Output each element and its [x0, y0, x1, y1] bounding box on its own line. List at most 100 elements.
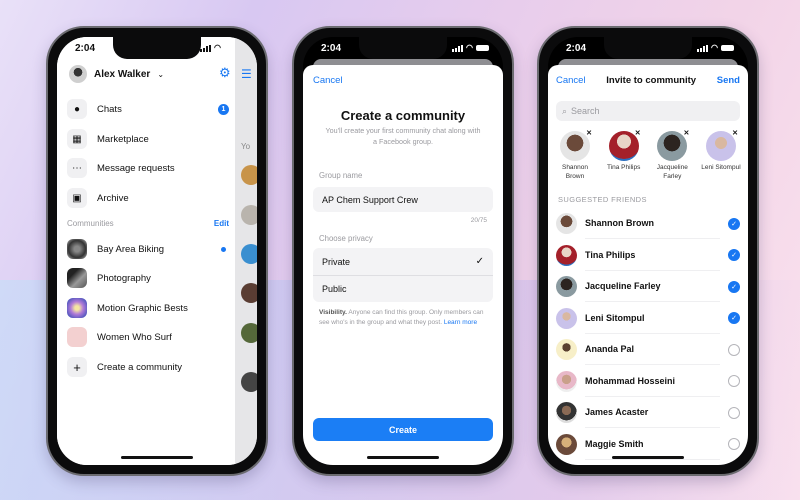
remove-icon[interactable]: ✕ [683, 129, 689, 137]
friend-row[interactable]: Leni Sitompul ✓ [556, 303, 740, 335]
nav-label: Message requests [97, 162, 175, 174]
avatar [556, 370, 577, 392]
cancel-button[interactable]: Cancel [556, 75, 586, 86]
phone-menu-screen: 2:04 ◠ Alex Walker ⌄ ⚙ ● Chats 1 ▦ Marke… [46, 26, 268, 476]
chat-avatar [241, 372, 257, 392]
signal-icon [697, 44, 709, 52]
chip-name: Tina Philips [606, 164, 641, 171]
signal-icon [452, 44, 464, 52]
sidebar-item-archive[interactable]: ▣ Archive [67, 186, 229, 210]
hamburger-menu-icon[interactable]: ☰ [241, 67, 252, 81]
create-community-sheet: Cancel Create a community You'll create … [303, 65, 503, 465]
friend-name: Leni Sitompul [585, 303, 720, 334]
chat-avatar [241, 244, 257, 264]
phone-invite-screen: 2:04 ◠ Cancel Invite to community Send ⌕… [537, 26, 759, 476]
selected-chip[interactable]: ✕ Tina Philips [603, 129, 645, 182]
privacy-option-private[interactable]: Private ✓ [313, 248, 493, 275]
chevron-down-icon: ⌄ [157, 69, 165, 79]
sidebar-item-marketplace[interactable]: ▦ Marketplace [67, 127, 229, 151]
character-counter: 20/75 [470, 217, 487, 224]
friend-name: Tina Philips [585, 240, 720, 271]
avatar [556, 433, 577, 455]
cancel-button[interactable]: Cancel [313, 75, 343, 86]
create-button[interactable]: Create [313, 418, 493, 441]
avatar [556, 402, 577, 424]
friend-row[interactable]: James Acaster [556, 397, 740, 429]
status-time: 2:04 [75, 42, 96, 54]
communities-header: Communities Edit [67, 219, 229, 228]
plus-icon: + [67, 357, 87, 377]
learn-more-link[interactable]: Learn more [444, 319, 477, 326]
friend-row[interactable]: Ananda Pal [556, 334, 740, 366]
checkmark-icon: ✓ [475, 256, 484, 267]
phone-notch [113, 37, 201, 59]
community-label: Women Who Surf [97, 331, 172, 343]
phone-create-community-screen: 2:04 ◠ Cancel Create a community You'll … [292, 26, 514, 476]
selected-checkbox[interactable]: ✓ [728, 249, 740, 262]
friend-name: James Acaster [585, 397, 720, 429]
chat-avatar [241, 323, 257, 343]
friend-row[interactable]: Shannon Brown ✓ [556, 208, 740, 240]
friend-name: Jacqueline Farley [585, 271, 720, 303]
create-community-button[interactable]: + Create a community [67, 355, 229, 379]
selected-friends: ✕ Shannon Brown ✕ Tina Philips ✕ Jacquel… [554, 129, 742, 182]
unselected-checkbox[interactable] [728, 375, 740, 388]
archive-box-icon: ▣ [67, 188, 87, 208]
nav-label: Create a community [97, 361, 183, 373]
friend-row[interactable]: Mohammad Hosseini [556, 366, 740, 398]
unread-badge: 1 [218, 103, 229, 115]
visibility-heading: Visibility. [319, 309, 347, 316]
selected-chip[interactable]: ✕ Leni Sitompul [700, 129, 742, 182]
search-input[interactable]: ⌕ Search [556, 101, 740, 121]
privacy-option-public[interactable]: Public [313, 275, 493, 302]
storefront-icon: ▦ [67, 129, 87, 149]
group-name-value: AP Chem Support Crew [322, 194, 418, 205]
page-subtitle: You'll create your first community chat … [325, 126, 481, 146]
avatar [556, 339, 577, 361]
phone-notch [359, 37, 447, 59]
friend-name: Shannon Brown [585, 208, 720, 240]
friend-row[interactable]: Tina Philips ✓ [556, 240, 740, 272]
gear-icon[interactable]: ⚙ [219, 65, 231, 81]
status-time: 2:04 [321, 42, 342, 54]
community-thumbnail [67, 239, 87, 259]
group-name-input[interactable]: AP Chem Support Crew [313, 187, 493, 212]
privacy-options: Private ✓ Public [313, 248, 493, 302]
wifi-icon: ◠ [711, 43, 718, 52]
unselected-checkbox[interactable] [728, 406, 740, 419]
unselected-checkbox[interactable] [728, 343, 740, 356]
avatar [556, 276, 577, 298]
nav-label: Archive [97, 192, 129, 204]
wifi-icon: ◠ [214, 43, 221, 52]
unselected-checkbox[interactable] [728, 438, 740, 451]
sidebar-item-message-requests[interactable]: ⋯ Message requests [67, 156, 229, 180]
status-time: 2:04 [566, 42, 587, 54]
community-item-motion-graphic-bests[interactable]: Motion Graphic Bests [67, 296, 229, 320]
selected-chip[interactable]: ✕ Jacqueline Farley [651, 129, 693, 182]
selected-checkbox[interactable]: ✓ [728, 312, 740, 325]
search-icon: ⌕ [562, 105, 568, 116]
community-item-bay-area-biking[interactable]: Bay Area Biking [67, 237, 229, 261]
selected-chip[interactable]: ✕ Shannon Brown [554, 129, 596, 182]
community-thumbnail [67, 268, 87, 288]
edit-button[interactable]: Edit [214, 219, 229, 228]
peek-text: Yo [241, 142, 251, 151]
remove-icon[interactable]: ✕ [635, 129, 641, 137]
community-item-women-who-surf[interactable]: Women Who Surf [67, 325, 229, 349]
friend-row[interactable]: Jacqueline Farley ✓ [556, 271, 740, 303]
section-title: SUGGESTED FRIENDS [558, 195, 647, 204]
remove-icon[interactable]: ✕ [732, 129, 738, 137]
section-title: Communities [67, 219, 114, 228]
community-item-photography[interactable]: Photography [67, 266, 229, 290]
profile-switcher[interactable]: Alex Walker ⌄ [69, 65, 164, 83]
remove-icon[interactable]: ✕ [586, 129, 592, 137]
home-indicator [612, 456, 684, 459]
send-button[interactable]: Send [717, 75, 740, 86]
invite-header: Cancel Invite to community Send [556, 75, 740, 86]
selected-checkbox[interactable]: ✓ [728, 217, 740, 230]
profile-name: Alex Walker [94, 68, 151, 80]
community-label: Photography [97, 272, 151, 284]
chat-list-peek[interactable]: ☰ Yo [235, 37, 257, 465]
selected-checkbox[interactable]: ✓ [728, 280, 740, 293]
sidebar-item-chats[interactable]: ● Chats 1 [67, 97, 229, 121]
